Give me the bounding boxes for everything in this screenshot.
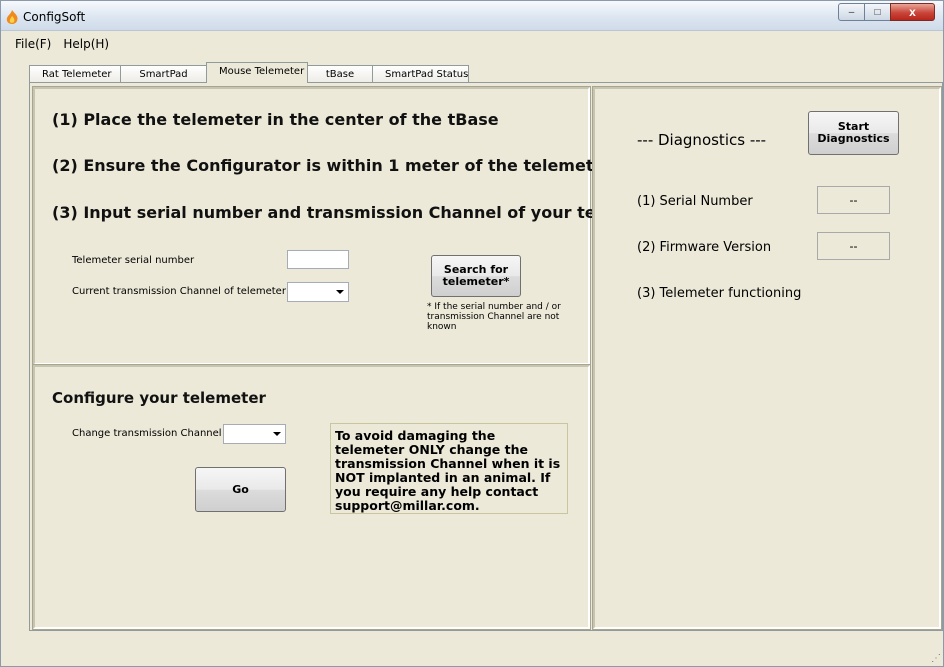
diagnostics-group: --- Diagnostics --- Start Diagnostics (1…	[592, 86, 942, 630]
go-button[interactable]: Go	[195, 467, 286, 512]
maximize-button[interactable]: □	[864, 3, 891, 21]
menu-file[interactable]: File(F)	[9, 35, 57, 55]
warning-message: To avoid damaging the telemeter ONLY cha…	[330, 423, 568, 514]
change-channel-select[interactable]	[223, 424, 286, 444]
tab-strip: Rat Telemeter SmartPad Mouse Telemeter t…	[29, 62, 469, 83]
tab-mouse-telemeter[interactable]: Mouse Telemeter	[206, 62, 308, 83]
mouse-telemeter-panel: (1) Place the telemeter in the center of…	[29, 82, 943, 631]
step-2-text: (2) Ensure the Configurator is within 1 …	[52, 156, 613, 175]
tab-rat-telemeter[interactable]: Rat Telemeter	[29, 65, 121, 83]
current-channel-select[interactable]	[287, 282, 349, 302]
minimize-button[interactable]: –	[838, 3, 865, 21]
configure-group: Configure your telemeter Change transmis…	[32, 364, 591, 630]
step-3-text: (3) Input serial number and transmission…	[52, 203, 666, 222]
start-diagnostics-button[interactable]: Start Diagnostics	[808, 111, 899, 155]
search-footnote: * If the serial number and / or transmis…	[427, 302, 561, 332]
step-1-text: (1) Place the telemeter in the center of…	[52, 110, 499, 129]
change-channel-label: Change transmission Channel to	[72, 428, 235, 439]
minimize-icon: –	[848, 6, 855, 18]
telemeter-functioning-label: (3) Telemeter functioning	[637, 286, 802, 301]
flame-icon	[6, 10, 18, 24]
serial-number-diag-label: (1) Serial Number	[637, 194, 753, 209]
diagnostics-heading: --- Diagnostics ---	[637, 131, 767, 149]
title-bar[interactable]: ConfigSoft – □ x	[1, 1, 943, 31]
serial-number-input[interactable]	[287, 250, 349, 269]
serial-number-diag-value: --	[817, 186, 890, 214]
configure-heading: Configure your telemeter	[52, 389, 266, 407]
chevron-down-icon	[273, 432, 281, 436]
window-title: ConfigSoft	[23, 10, 86, 24]
serial-number-label: Telemeter serial number	[72, 255, 195, 266]
close-button[interactable]: x	[890, 3, 935, 21]
resize-grip-icon[interactable]: ⋰	[931, 653, 941, 664]
firmware-version-value: --	[817, 232, 890, 260]
menu-bar: File(F) Help(H)	[1, 35, 943, 55]
app-window: ConfigSoft – □ x File(F) Help(H) Rat Tel…	[0, 0, 944, 667]
setup-group: (1) Place the telemeter in the center of…	[32, 86, 666, 366]
window-controls: – □ x	[838, 3, 935, 22]
firmware-version-label: (2) Firmware Version	[637, 240, 772, 255]
tab-tbase[interactable]: tBase	[307, 65, 373, 83]
current-channel-label: Current transmission Channel of telemete…	[72, 286, 286, 297]
close-icon: x	[909, 5, 916, 19]
search-telemeter-button[interactable]: Search for telemeter*	[431, 255, 521, 297]
maximize-icon: □	[874, 6, 881, 18]
chevron-down-icon	[336, 290, 344, 294]
tab-smartpad-status[interactable]: SmartPad Status	[372, 65, 469, 83]
menu-help[interactable]: Help(H)	[57, 35, 115, 55]
tab-smartpad[interactable]: SmartPad	[120, 65, 207, 83]
